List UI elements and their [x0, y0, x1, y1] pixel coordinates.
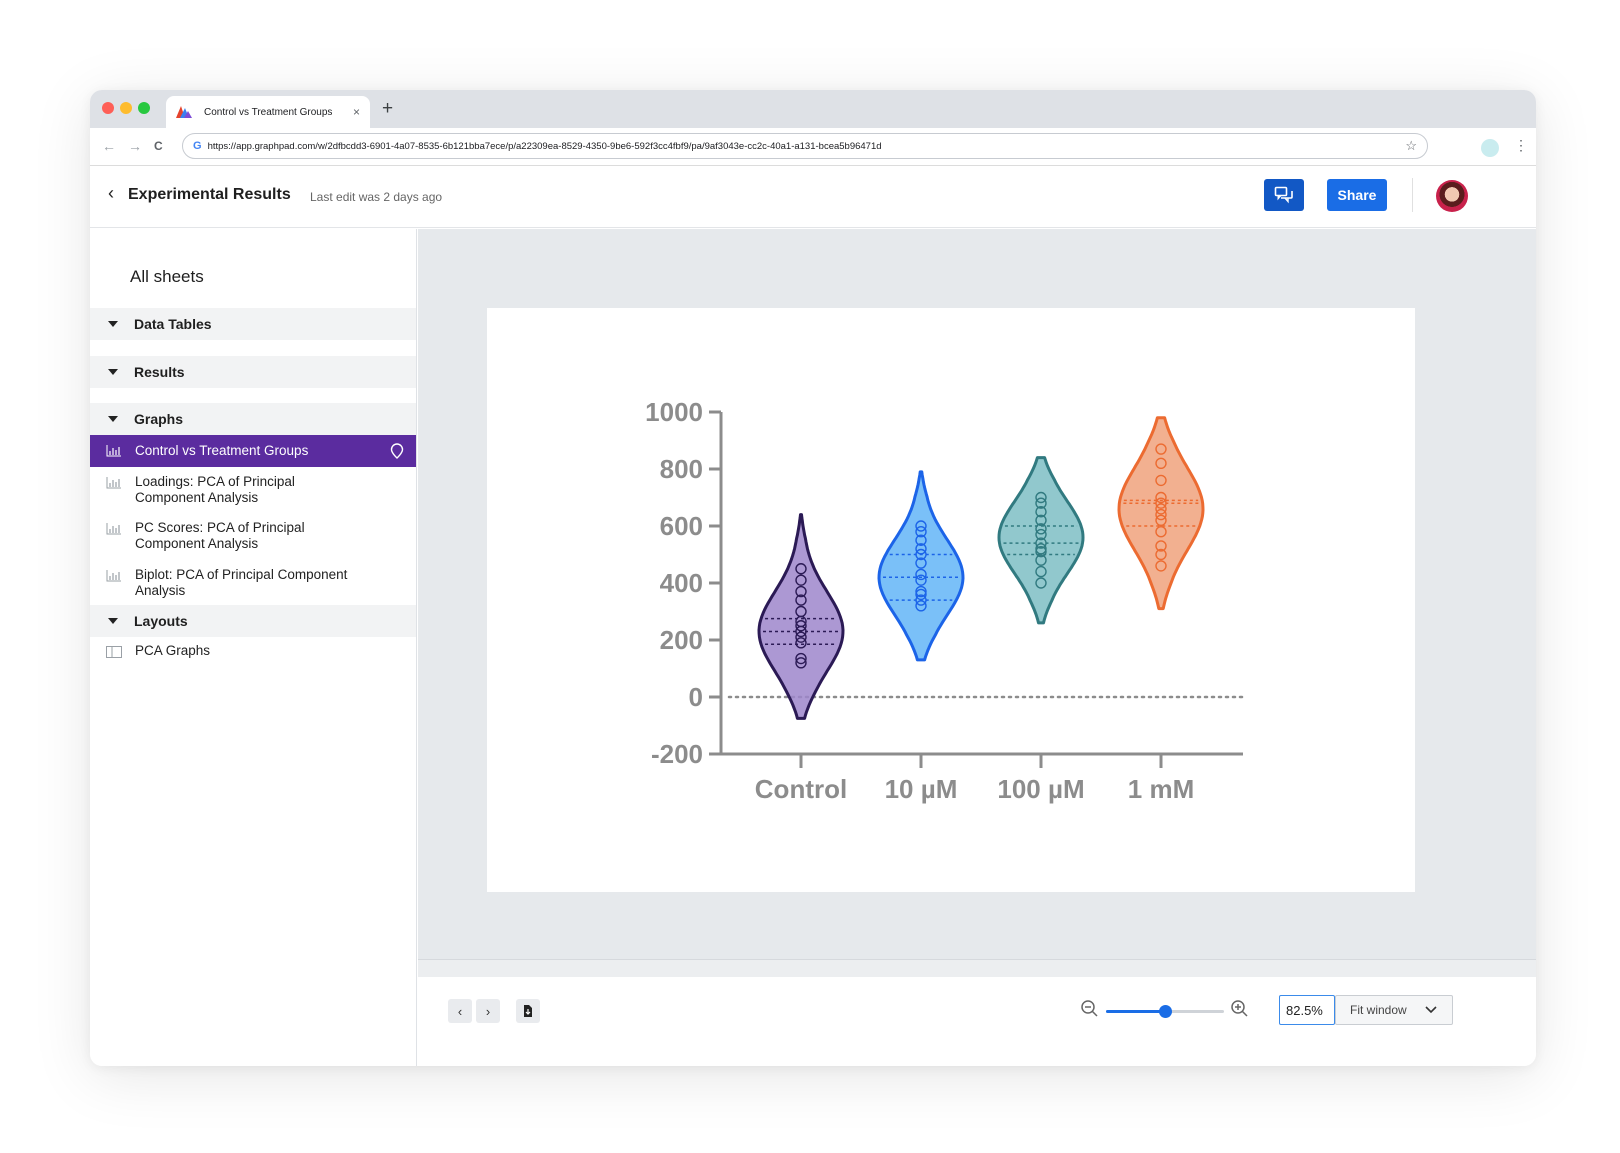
x-tick-label: 1 mM	[1128, 774, 1194, 804]
y-tick-label: 600	[660, 511, 703, 541]
x-tick-label: 10 µM	[885, 774, 958, 804]
sidebar-item-pc-scores[interactable]: PC Scores: PCA of Principal Component An…	[90, 520, 416, 552]
sidebar-item-loadings[interactable]: Loadings: PCA of Principal Component Ana…	[90, 474, 416, 506]
next-page-button[interactable]: ›	[476, 999, 500, 1023]
y-tick-label: 200	[660, 625, 703, 655]
minimize-window-button[interactable]	[120, 102, 132, 114]
zoom-in-icon[interactable]	[1230, 999, 1250, 1019]
caret-down-icon	[108, 369, 118, 375]
sidebar-item-label: Control vs Treatment Groups	[135, 443, 309, 458]
graph-icon	[106, 523, 121, 535]
sidebar-item-biplot[interactable]: Biplot: PCA of Principal Component Analy…	[90, 567, 416, 599]
x-tick-label: Control	[755, 774, 847, 804]
sidebar-item-label: PC Scores: PCA of Principal Component An…	[135, 520, 305, 551]
section-results[interactable]: Results	[90, 356, 416, 388]
graph-canvas-area: 1000 800 600 400 200 0 -200 Control 10 µM 100 µM 1…	[418, 229, 1536, 959]
y-tick-label: 0	[689, 682, 703, 712]
violin-1	[877, 470, 965, 662]
y-tick-label: 1000	[645, 397, 703, 427]
caret-down-icon	[108, 618, 118, 624]
section-label: Layouts	[134, 613, 188, 629]
bottom-toolbar: ‹ › 82.5% Fit window	[418, 977, 1536, 1066]
app-header: ‹ Experimental Results Last edit was 2 d…	[90, 166, 1536, 228]
browser-tab[interactable]: Control vs Treatment Groups ×	[166, 96, 370, 128]
y-tick-label: 800	[660, 454, 703, 484]
comments-button[interactable]	[1264, 179, 1304, 211]
x-tick-label: 100 µM	[997, 774, 1084, 804]
sidebar-item-label: Loadings: PCA of Principal Component Ana…	[135, 474, 295, 505]
violin-chart[interactable]: 1000 800 600 400 200 0 -200 Control 10 µM 100 µM 1…	[487, 308, 1415, 892]
violin-3	[1117, 416, 1205, 611]
comments-icon	[1274, 186, 1293, 204]
browser-menu-icon[interactable]: ⋮	[1514, 137, 1528, 154]
zoom-slider-handle[interactable]	[1159, 1005, 1172, 1018]
caret-down-icon	[108, 416, 118, 422]
section-layouts[interactable]: Layouts	[90, 605, 416, 637]
user-avatar[interactable]	[1436, 180, 1468, 212]
maximize-window-button[interactable]	[138, 102, 150, 114]
sidebar-item-pca-graphs[interactable]: PCA Graphs	[90, 643, 416, 659]
tab-close-icon[interactable]: ×	[353, 105, 360, 119]
back-arrow-icon[interactable]: ←	[102, 138, 116, 154]
tab-strip: Control vs Treatment Groups × +	[90, 90, 1536, 128]
fit-window-label: Fit window	[1350, 1003, 1407, 1017]
last-edit-text: Last edit was 2 days ago	[310, 190, 443, 204]
browser-window: Control vs Treatment Groups × + ← → C G …	[90, 90, 1536, 1066]
export-button[interactable]	[516, 999, 540, 1023]
back-chevron-icon[interactable]: ‹	[108, 183, 114, 204]
zoom-percent-input[interactable]: 82.5%	[1279, 995, 1335, 1025]
browser-profile-icon[interactable]	[1481, 139, 1499, 157]
new-tab-button[interactable]: +	[382, 98, 393, 120]
horizontal-scrollbar[interactable]	[418, 959, 1536, 977]
zoom-out-icon[interactable]	[1080, 999, 1100, 1019]
page-title[interactable]: Experimental Results	[128, 186, 291, 204]
previous-page-button[interactable]: ‹	[448, 999, 472, 1023]
section-graphs[interactable]: Graphs	[90, 403, 416, 435]
location-pin-icon[interactable]	[390, 443, 404, 459]
section-label: Results	[134, 364, 185, 380]
caret-down-icon	[108, 321, 118, 327]
sidebar-item-control-vs-treatment[interactable]: Control vs Treatment Groups	[90, 435, 416, 467]
forward-arrow-icon[interactable]: →	[128, 138, 142, 154]
google-icon: G	[193, 140, 202, 152]
y-tick-label: 400	[660, 568, 703, 598]
bookmark-star-icon[interactable]: ☆	[1405, 138, 1417, 154]
y-tick-label: -200	[651, 739, 703, 769]
section-label: Data Tables	[134, 316, 212, 332]
export-file-icon	[524, 1005, 532, 1017]
reload-icon[interactable]: C	[154, 139, 163, 153]
share-button[interactable]: Share	[1327, 179, 1387, 211]
graph-icon	[106, 477, 121, 489]
layout-icon	[106, 646, 122, 658]
sheets-sidebar: All sheets Data Tables Results Graphs Co…	[90, 229, 417, 1066]
graph-page: 1000 800 600 400 200 0 -200 Control 10 µM 100 µM 1…	[487, 308, 1415, 892]
all-sheets-heading: All sheets	[130, 267, 204, 286]
zoom-slider-fill	[1106, 1010, 1165, 1013]
sidebar-item-label: PCA Graphs	[135, 643, 211, 658]
header-divider	[1412, 178, 1413, 212]
chevron-down-icon	[1425, 1006, 1437, 1014]
sidebar-item-label: Biplot: PCA of Principal Component Analy…	[135, 567, 348, 598]
section-data-tables[interactable]: Data Tables	[90, 308, 416, 340]
address-toolbar: ← → C G https://app.graphpad.com/w/2dfbc…	[90, 128, 1536, 166]
section-label: Graphs	[134, 411, 184, 427]
zoom-slider[interactable]	[1106, 1005, 1224, 1018]
fit-window-dropdown[interactable]: Fit window	[1335, 995, 1453, 1025]
graph-icon	[106, 445, 121, 457]
graph-icon	[106, 570, 121, 582]
url-bar[interactable]: G https://app.graphpad.com/w/2dfbcdd3-69…	[182, 133, 1428, 159]
url-text[interactable]: https://app.graphpad.com/w/2dfbcdd3-6901…	[208, 141, 1406, 152]
graphpad-logo-icon	[176, 106, 192, 118]
close-window-button[interactable]	[102, 102, 114, 114]
tab-title: Control vs Treatment Groups	[204, 106, 333, 118]
